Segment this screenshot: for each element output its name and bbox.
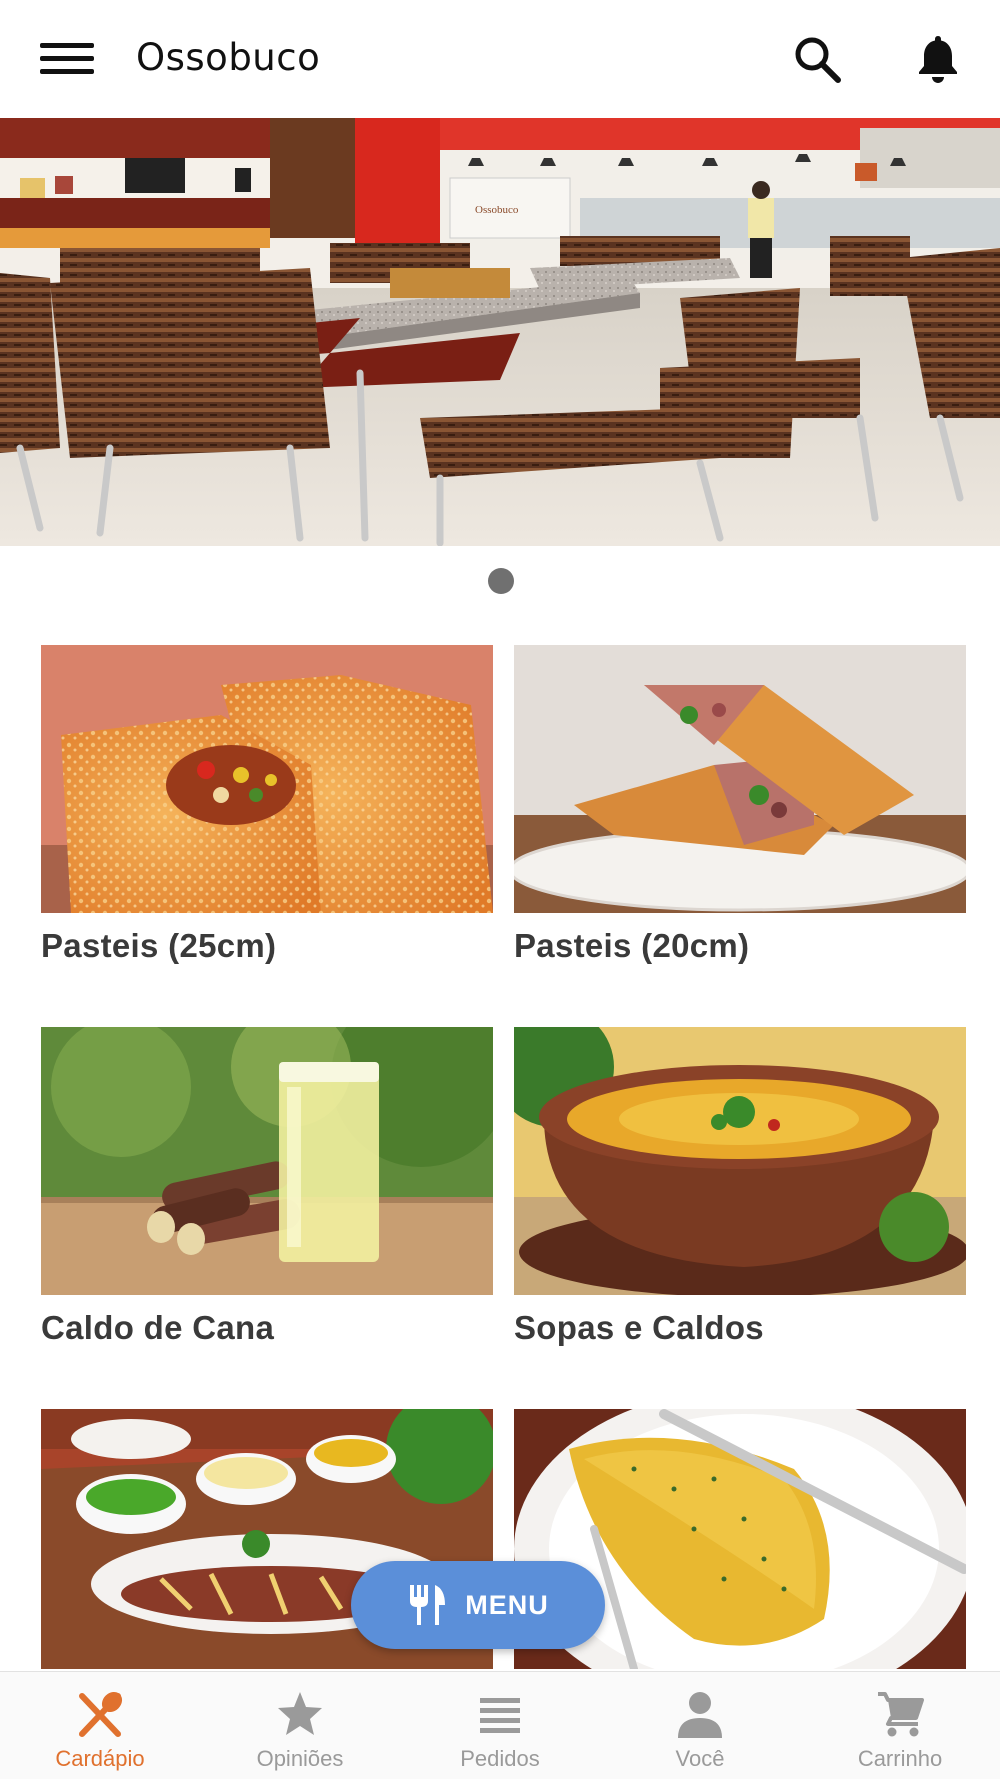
- bottom-navigation: Cardápio Opiniões Pedidos Você Carrinho: [0, 1671, 1000, 1779]
- menu-fab-button[interactable]: MENU: [351, 1561, 605, 1649]
- utensils-icon: [79, 1691, 123, 1737]
- nav-item-cardapio[interactable]: Cardápio: [0, 1672, 200, 1779]
- nav-label: Opiniões: [256, 1746, 344, 1771]
- nav-label: Carrinho: [857, 1746, 943, 1771]
- app-title: Ossobuco: [136, 36, 321, 79]
- category-label: Pasteis (25cm): [41, 927, 277, 964]
- category-tile[interactable]: Pasteis (25cm): [41, 645, 493, 965]
- search-icon[interactable]: [790, 32, 846, 88]
- restaurant-interior-image: Ossobuco: [0, 118, 1000, 546]
- cart-icon: [878, 1692, 924, 1737]
- category-tile[interactable]: Pasteis (20cm): [514, 645, 966, 965]
- fork-knife-icon: [410, 1585, 446, 1625]
- nav-label: Cardápio: [55, 1746, 145, 1771]
- star-icon: [278, 1692, 322, 1735]
- menu-fab-label: MENU: [465, 1589, 549, 1620]
- hamburger-menu-icon[interactable]: [40, 40, 94, 76]
- hero-banner[interactable]: Ossobuco: [0, 118, 1000, 546]
- nav-item-pedidos[interactable]: Pedidos: [400, 1672, 600, 1779]
- category-tile[interactable]: Caldo de Cana: [41, 1027, 493, 1347]
- nav-item-opinioes[interactable]: Opiniões: [200, 1672, 400, 1779]
- app-bar: Ossobuco: [0, 0, 1000, 118]
- bell-icon[interactable]: [910, 30, 966, 86]
- person-icon: [678, 1692, 722, 1738]
- nav-item-voce[interactable]: Você: [600, 1672, 800, 1779]
- caldo-de-cana-image: [41, 1027, 493, 1295]
- nav-label: Pedidos: [460, 1746, 540, 1771]
- hero-sign-text: Ossobuco: [475, 204, 519, 216]
- category-tile[interactable]: Sopas e Caldos: [514, 1027, 966, 1347]
- pastel-25cm-image: [41, 645, 493, 913]
- list-icon: [480, 1698, 520, 1733]
- category-label: Pasteis (20cm): [514, 927, 750, 964]
- sopas-e-caldos-image: [514, 1027, 966, 1295]
- nav-item-carrinho[interactable]: Carrinho: [800, 1672, 1000, 1779]
- pastel-20cm-image: [514, 645, 966, 913]
- category-label: Caldo de Cana: [41, 1309, 275, 1346]
- category-label: Sopas e Caldos: [514, 1309, 764, 1346]
- carousel-dot-indicator[interactable]: [488, 568, 514, 594]
- nav-label: Você: [675, 1746, 725, 1771]
